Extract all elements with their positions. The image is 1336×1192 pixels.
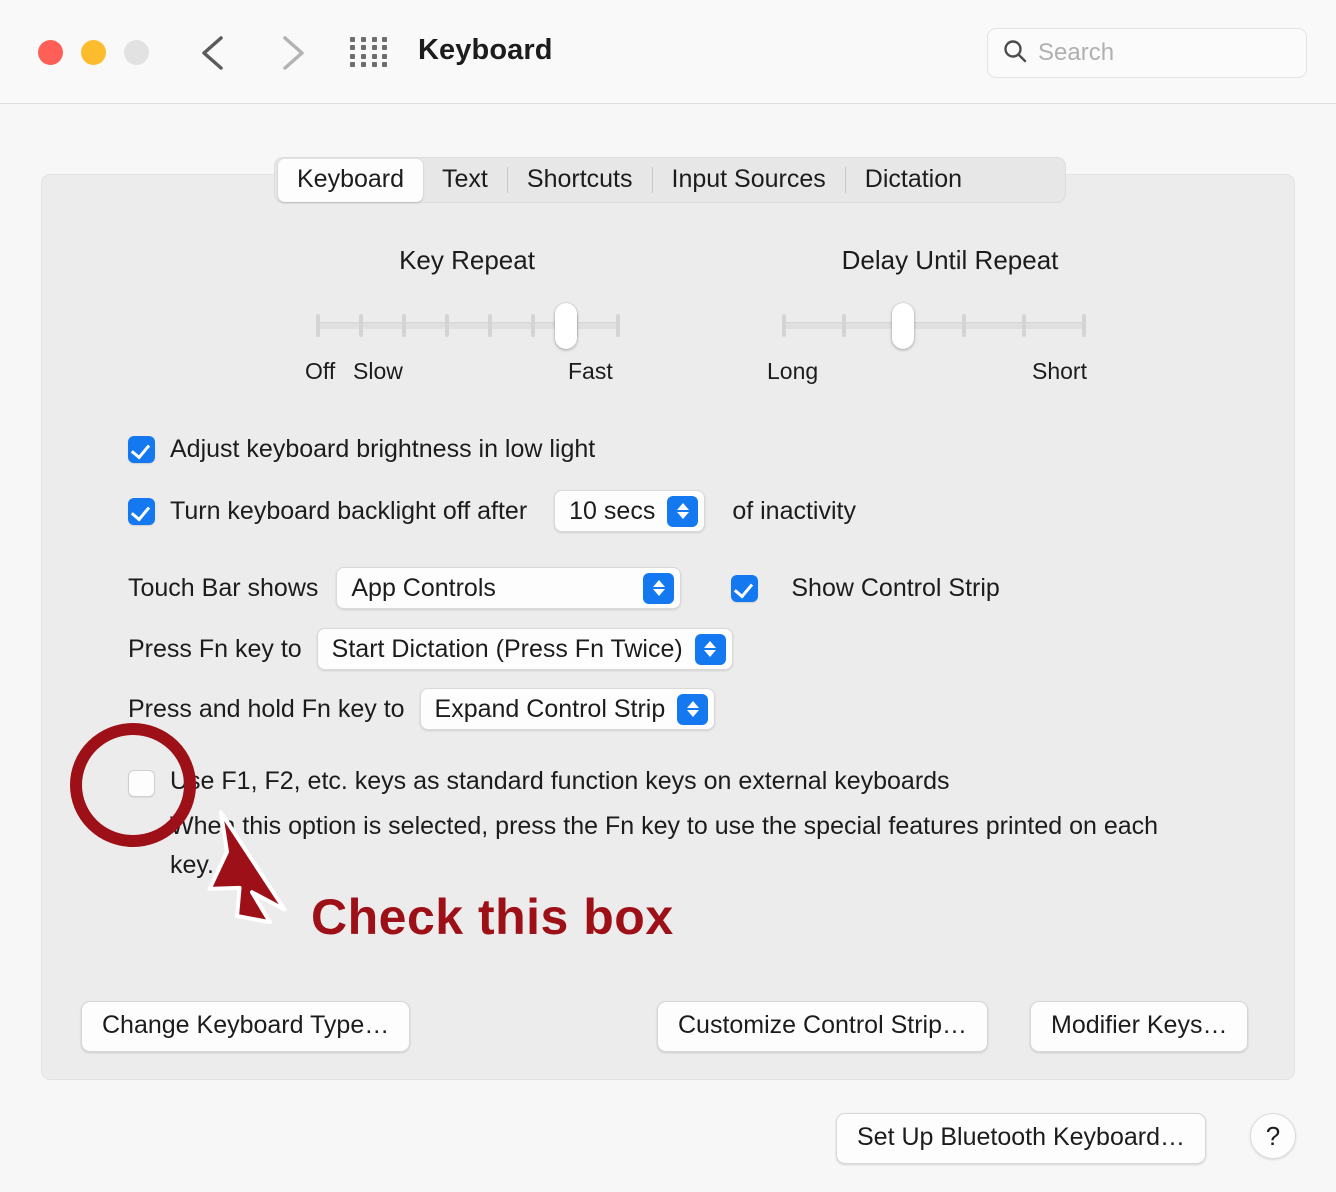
search-input[interactable] [1038, 39, 1288, 67]
adjust-brightness-label: Adjust keyboard brightness in low light [170, 435, 596, 463]
forward-button[interactable] [269, 30, 313, 76]
chevron-up-down-icon[interactable] [677, 693, 709, 725]
slider-tick [316, 314, 320, 337]
backlight-delay-stepper[interactable]: 10 secs [554, 490, 706, 532]
page-title: Keyboard [418, 34, 553, 66]
adjust-brightness-row[interactable]: Adjust keyboard brightness in low light [128, 435, 595, 464]
system-preferences-window: Keyboard Keyboard Text Shortcuts Input S… [0, 0, 1336, 1192]
delay-until-repeat-title: Delay Until Repeat [841, 245, 1059, 275]
chevron-up-down-icon[interactable] [643, 572, 675, 604]
change-keyboard-type-button[interactable]: Change Keyboard Type… [81, 1001, 411, 1052]
slider-tick [1082, 314, 1086, 337]
preferences-content-panel: Keyboard Text Shortcuts Input Sources Di… [41, 157, 1295, 1080]
touch-bar-shows-label: Touch Bar shows [128, 573, 319, 602]
function-keys-description: When this option is selected, press the … [170, 812, 1159, 879]
touch-bar-shows-value: App Controls [351, 573, 496, 602]
backlight-off-suffix-label: of inactivity [732, 496, 856, 525]
delay-until-repeat-slider-group: Delay Until Repeat Long Short [760, 245, 1140, 388]
backlight-off-row[interactable]: Turn keyboard backlight off after 10 sec… [128, 490, 856, 532]
tab-keyboard[interactable]: Keyboard [278, 158, 424, 202]
help-button[interactable]: ? [1250, 1113, 1296, 1159]
slider-tick [445, 314, 449, 337]
backlight-off-label: Turn keyboard backlight off after [170, 496, 528, 525]
touch-bar-shows-row: Touch Bar shows App Controls Show Contro… [128, 567, 1000, 609]
key-repeat-slider[interactable] [277, 298, 657, 354]
tab-text[interactable]: Text [423, 159, 507, 202]
key-repeat-slider-thumb[interactable] [555, 303, 577, 349]
slider-tick [402, 314, 406, 337]
press-fn-label: Press Fn key to [128, 634, 302, 663]
press-hold-fn-select[interactable]: Expand Control Strip [419, 688, 716, 730]
slider-tick [962, 314, 966, 337]
tab-bar: Keyboard Text Shortcuts Input Sources Di… [274, 157, 1066, 203]
slider-tick [531, 314, 535, 337]
customize-control-strip-button[interactable]: Customize Control Strip… [657, 1001, 988, 1052]
slider-tick [488, 314, 492, 337]
backlight-off-checkbox[interactable] [128, 497, 155, 525]
press-hold-fn-label: Press and hold Fn key to [128, 694, 405, 723]
modifier-keys-button[interactable]: Modifier Keys… [1030, 1001, 1249, 1052]
slider-tick [359, 314, 363, 337]
delay-until-repeat-labels: Long Short [760, 358, 1140, 388]
slider-label-long: Long [767, 358, 819, 384]
slider-tick [782, 314, 786, 337]
function-keys-row[interactable]: Use F1, F2, etc. keys as standard functi… [128, 767, 1190, 885]
press-fn-row: Press Fn key to Start Dictation (Press F… [128, 628, 733, 670]
delay-until-repeat-slider-thumb[interactable] [892, 303, 914, 349]
key-repeat-labels: Off Slow Fast [277, 358, 657, 388]
back-button[interactable] [193, 30, 237, 76]
key-repeat-slider-group: Key Repeat Off Slow Fast [277, 245, 657, 388]
press-hold-fn-value: Expand Control Strip [434, 694, 666, 723]
slider-label-short: Short [1032, 358, 1087, 384]
set-up-bluetooth-keyboard-button[interactable]: Set Up Bluetooth Keyboard… [836, 1113, 1206, 1164]
stepper-arrows-icon[interactable] [667, 495, 699, 527]
slider-tick [842, 314, 846, 337]
press-hold-fn-row: Press and hold Fn key to Expand Control … [128, 688, 716, 730]
zoom-window-button[interactable] [124, 40, 149, 65]
slider-rail [784, 322, 1084, 329]
press-fn-value: Start Dictation (Press Fn Twice) [331, 634, 683, 663]
slider-label-off: Off [305, 358, 336, 384]
navigation-arrows [193, 30, 313, 76]
close-window-button[interactable] [38, 40, 63, 65]
delay-until-repeat-slider[interactable] [760, 298, 1140, 354]
key-repeat-title: Key Repeat [399, 245, 535, 275]
backlight-delay-value: 10 secs [569, 496, 656, 525]
adjust-brightness-checkbox[interactable] [128, 436, 155, 463]
function-keys-texts: Use F1, F2, etc. keys as standard functi… [170, 767, 1190, 885]
traffic-light-controls [38, 40, 149, 65]
function-keys-label: Use F1, F2, etc. keys as standard functi… [170, 767, 950, 795]
search-icon [1002, 38, 1028, 69]
show-control-strip-label: Show Control Strip [791, 573, 1000, 602]
function-keys-checkbox[interactable] [128, 770, 155, 797]
show-control-strip-checkbox[interactable] [731, 574, 759, 602]
tab-input-sources[interactable]: Input Sources [653, 159, 845, 202]
minimize-window-button[interactable] [81, 40, 106, 65]
slider-label-fast: Fast [568, 358, 613, 384]
slider-tick [1022, 314, 1026, 337]
press-fn-select[interactable]: Start Dictation (Press Fn Twice) [316, 628, 733, 670]
slider-label-slow: Slow [353, 358, 403, 384]
slider-tick [616, 314, 620, 337]
show-all-grid-icon[interactable] [350, 37, 390, 67]
chevron-up-down-icon[interactable] [694, 633, 726, 665]
tab-shortcuts[interactable]: Shortcuts [508, 159, 652, 202]
window-titlebar: Keyboard [0, 0, 1336, 104]
tab-dictation[interactable]: Dictation [846, 159, 981, 202]
touch-bar-shows-select[interactable]: App Controls [336, 567, 682, 609]
search-field[interactable] [987, 28, 1307, 78]
